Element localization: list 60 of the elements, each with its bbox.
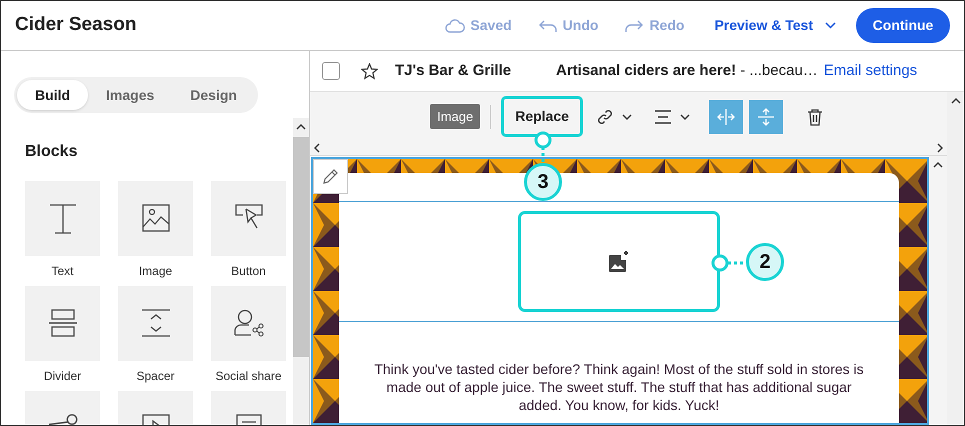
block-tile[interactable]: [25, 286, 100, 361]
cloud-icon: [445, 18, 466, 32]
scrollbar[interactable]: [947, 92, 964, 425]
scrollbar-thumb[interactable]: [293, 137, 309, 357]
block-label: Button: [231, 263, 266, 280]
divider-icon: [48, 309, 76, 337]
align-icon: [654, 110, 672, 124]
link-node-icon: [48, 414, 78, 425]
sender-name: TJ's Bar & Grille: [395, 60, 512, 81]
link-icon: [596, 108, 614, 126]
person-share-icon: [234, 309, 264, 337]
replace-button[interactable]: Replace: [501, 96, 583, 137]
checkbox[interactable]: [322, 62, 340, 80]
star-icon[interactable]: [361, 62, 378, 80]
scrollbar[interactable]: [293, 118, 309, 425]
email-settings-link[interactable]: Email settings: [824, 60, 918, 82]
section-heading: Blocks: [25, 142, 78, 162]
vertical-arrows-icon: [758, 108, 774, 126]
document-title: Cider Season: [15, 13, 136, 38]
chevron-down-icon: [622, 114, 632, 120]
image-icon: [142, 204, 170, 232]
block-type-badge: Image: [430, 104, 480, 130]
trash-icon: [806, 108, 823, 126]
email-subject: Artisanal ciders are here! - ...becau…: [556, 60, 818, 81]
tab[interactable]: Build: [17, 80, 88, 110]
scroll-up-icon[interactable]: [950, 98, 960, 104]
redo-icon: [624, 18, 644, 32]
block-tile[interactable]: [25, 181, 100, 256]
block-label: Divider: [44, 368, 82, 385]
tab[interactable]: Design: [172, 80, 255, 110]
tab[interactable]: Images: [88, 80, 172, 110]
leader-line: [712, 254, 746, 272]
pencil-icon: [322, 168, 339, 185]
undo-icon: [538, 18, 558, 32]
scroll-up-icon[interactable]: [296, 124, 306, 130]
horizontal-arrows-icon: [716, 108, 735, 124]
scroll-right-icon[interactable]: [937, 143, 943, 153]
body-text: Think you've tasted cider before? Think again! Most of the stuff sold in stores is made out of apple juice. The sweet stuff. The stuff that has additional sugar added. You know, for kids. Yuck!: [373, 360, 865, 414]
block-label: Image: [138, 263, 172, 280]
preview-test-button[interactable]: Preview & Test: [714, 15, 836, 36]
continue-button[interactable]: Continue: [856, 8, 950, 43]
fit-width-toggle[interactable]: [708, 100, 743, 134]
scroll-up-icon[interactable]: [933, 162, 943, 168]
scroll-left-icon[interactable]: [314, 143, 320, 153]
block-tile[interactable]: [118, 286, 193, 361]
fit-height-toggle[interactable]: [748, 100, 783, 134]
block-label: Social share: [215, 368, 282, 385]
block-tile[interactable]: [118, 181, 193, 256]
block-label: Text: [51, 263, 74, 280]
chevron-down-icon: [825, 22, 836, 29]
add-image-icon[interactable]: [607, 250, 631, 274]
block-label: Spacer: [136, 368, 175, 385]
block-tile[interactable]: [211, 181, 286, 256]
text-icon: [48, 204, 76, 234]
scrollbar[interactable]: [929, 156, 947, 425]
chevron-down-icon: [680, 114, 690, 120]
cursor-icon: [234, 204, 262, 230]
spacer-icon: [142, 309, 170, 337]
edit-button[interactable]: [313, 159, 348, 194]
block-tile[interactable]: [211, 286, 286, 361]
